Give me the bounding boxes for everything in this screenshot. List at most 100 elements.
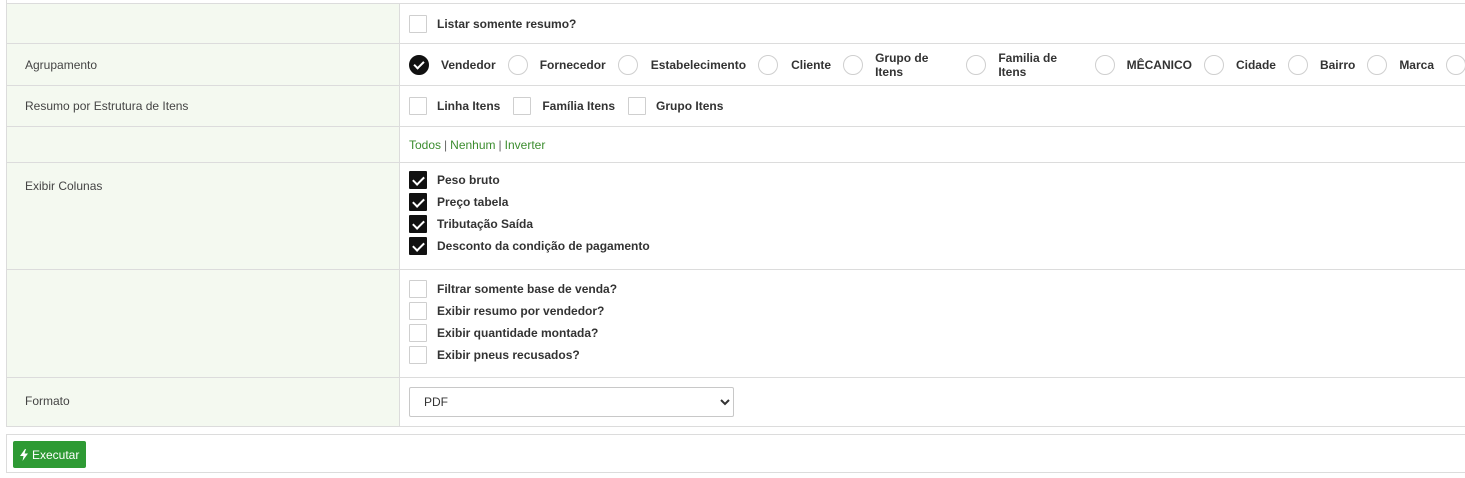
column-option-desconto-condicao[interactable]: Desconto da condição de pagamento (409, 235, 1465, 257)
select-all-link[interactable]: Todos (409, 138, 441, 152)
filter-checkbox[interactable] (409, 302, 427, 320)
grouping-option-grupo-itens[interactable]: Grupo de Itens (843, 51, 954, 79)
filter-option-label: Exibir pneus recusados? (437, 348, 580, 362)
grouping-option-familia-itens[interactable]: Familia de Itens (966, 51, 1082, 79)
format-row: Formato PDF (7, 378, 1465, 427)
column-checkbox[interactable] (409, 215, 427, 233)
item-structure-checkbox[interactable] (409, 97, 427, 115)
columns-options: Peso bruto Preço tabela Tributação Saída… (400, 163, 1465, 269)
column-checkbox[interactable] (409, 193, 427, 211)
column-option-label: Desconto da condição de pagamento (437, 239, 650, 253)
report-form: Listar somente resumo? Agrupamento Vende… (6, 0, 1465, 427)
column-option-label: Preço tabela (437, 195, 509, 209)
format-select[interactable]: PDF (409, 387, 734, 417)
format-label: Formato (7, 378, 400, 426)
item-structure-row: Resumo por Estrutura de Itens Linha Iten… (7, 86, 1465, 127)
grouping-radio[interactable] (843, 54, 864, 75)
run-button[interactable]: Executar (13, 441, 87, 468)
grouping-radio[interactable] (1287, 54, 1308, 75)
grouping-option-label: Bairro (1319, 57, 1356, 72)
grouping-radio[interactable] (1094, 54, 1115, 75)
grouping-option-label: Estabelecimento (650, 57, 747, 72)
item-structure-option-label: Grupo Itens (656, 99, 724, 113)
column-checkbox[interactable] (409, 171, 427, 189)
selection-links-label (7, 127, 400, 162)
column-option-label: Tributação Saída (437, 217, 534, 231)
format-label-text: Formato (25, 394, 70, 408)
grouping-label: Agrupamento (7, 44, 400, 85)
item-structure-label: Resumo por Estrutura de Itens (7, 86, 400, 126)
item-structure-option-familia[interactable]: Família Itens (513, 97, 615, 115)
columns-row: Exibir Colunas Peso bruto Preço tabela T… (7, 163, 1465, 270)
grouping-option-label: Fornecedor (539, 57, 606, 72)
grouping-radio-overflow[interactable] (1446, 54, 1465, 75)
item-structure-option-linha[interactable]: Linha Itens (409, 97, 500, 115)
form-footer: Executar (6, 434, 1465, 473)
grouping-option-bairro[interactable]: Bairro (1287, 54, 1356, 75)
grouping-option-estabelecimento[interactable]: Estabelecimento (617, 54, 747, 75)
grouping-option-fornecedor[interactable]: Fornecedor (507, 54, 606, 75)
grouping-label-text: Agrupamento (25, 57, 98, 72)
filter-option-label: Exibir quantidade montada? (437, 326, 599, 340)
filter-option-label: Exibir resumo por vendedor? (437, 304, 605, 318)
grouping-option-label: Grupo de Itens (875, 50, 929, 79)
filter-checkbox[interactable] (409, 346, 427, 364)
grouping-radio[interactable] (617, 54, 638, 75)
summary-only-label: Listar somente resumo? (437, 16, 577, 31)
column-option-tributacao-saida[interactable]: Tributação Saída (409, 213, 1465, 235)
grouping-radio[interactable] (1367, 54, 1388, 75)
summary-row: Listar somente resumo? (7, 3, 1465, 44)
grouping-option-cliente[interactable]: Cliente (758, 54, 832, 75)
item-structure-label-text: Resumo por Estrutura de Itens (25, 99, 189, 113)
link-separator: | (498, 137, 502, 152)
grouping-option-marca[interactable]: Marca (1367, 54, 1434, 75)
select-none-link[interactable]: Nenhum (450, 138, 495, 152)
invert-selection-link[interactable]: Inverter (505, 138, 546, 152)
item-structure-checkbox[interactable] (628, 97, 647, 115)
grouping-radio[interactable] (507, 54, 528, 75)
grouping-option-mecanico[interactable]: MÊCANICO (1094, 54, 1192, 75)
bolt-icon (20, 448, 28, 461)
grouping-option-cidade[interactable]: Cidade (1203, 54, 1276, 75)
item-structure-option-label: Família Itens (542, 99, 616, 113)
filters-row: Filtrar somente base de venda? Exibir re… (7, 270, 1465, 378)
columns-label: Exibir Colunas (7, 163, 400, 269)
filter-option-quantidade-montada[interactable]: Exibir quantidade montada? (409, 322, 1465, 344)
filter-option-base-venda[interactable]: Filtrar somente base de venda? (409, 278, 1465, 300)
run-button-label: Executar (32, 447, 80, 462)
column-option-label: Peso bruto (437, 173, 500, 187)
grouping-radio[interactable] (758, 54, 779, 75)
item-structure-option-label: Linha Itens (437, 99, 501, 113)
column-option-peso-bruto[interactable]: Peso bruto (409, 169, 1465, 191)
format-value: PDF (400, 378, 1465, 426)
grouping-radio[interactable] (1203, 54, 1224, 75)
link-separator: | (444, 137, 448, 152)
filter-option-label: Filtrar somente base de venda? (437, 282, 618, 296)
selection-links-row: Todos | Nenhum | Inverter (7, 127, 1465, 163)
grouping-radio[interactable] (966, 54, 987, 75)
grouping-option-label: MÊCANICO (1126, 57, 1192, 72)
summary-only-option[interactable]: Listar somente resumo? (409, 14, 577, 33)
item-structure-checkbox[interactable] (513, 97, 532, 115)
columns-label-text: Exibir Colunas (25, 179, 103, 193)
item-structure-option-grupo[interactable]: Grupo Itens (628, 97, 723, 115)
filter-checkbox[interactable] (409, 280, 427, 298)
grouping-option-label: Cidade (1235, 57, 1276, 72)
filter-option-pneus-recusados[interactable]: Exibir pneus recusados? (409, 344, 1465, 366)
summary-only-checkbox[interactable] (409, 14, 427, 33)
filter-checkbox[interactable] (409, 324, 427, 342)
grouping-row: Agrupamento Vendedor Fornecedor Estabele… (7, 44, 1465, 86)
summary-row-label (7, 4, 400, 43)
grouping-option-label: Familia de Itens (998, 50, 1057, 79)
grouping-option-label: Marca (1399, 57, 1434, 72)
grouping-option-vendedor[interactable]: Vendedor (409, 54, 496, 75)
item-structure-options: Linha Itens Família Itens Grupo Itens (400, 86, 1465, 126)
filters-options: Filtrar somente base de venda? Exibir re… (400, 270, 1465, 377)
column-checkbox[interactable] (409, 237, 427, 255)
grouping-option-label: Cliente (791, 57, 832, 72)
filter-option-resumo-vendedor[interactable]: Exibir resumo por vendedor? (409, 300, 1465, 322)
column-option-preco-tabela[interactable]: Preço tabela (409, 191, 1465, 213)
grouping-radio[interactable] (409, 54, 429, 75)
filters-label (7, 270, 400, 377)
summary-row-value: Listar somente resumo? (400, 4, 1465, 43)
